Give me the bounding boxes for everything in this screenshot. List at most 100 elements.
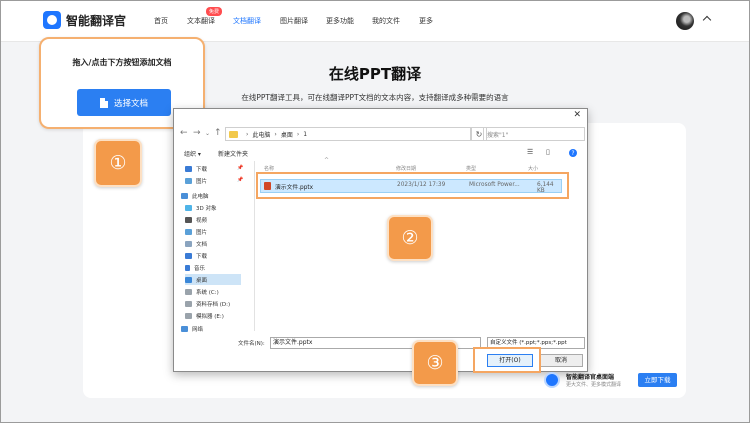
- nav-item-text-translate[interactable]: 文本翻译: [187, 16, 215, 26]
- music-icon: [185, 264, 190, 271]
- filetype-value: 自定义文件 (*.ppt;*.pps;*.ppt: [490, 340, 567, 346]
- step-marker-1: ①: [94, 139, 142, 187]
- sidebar-item-label: 网络: [192, 326, 204, 333]
- column-header-size[interactable]: 大小: [528, 165, 538, 172]
- chevron-down-icon[interactable]: ⌄: [205, 130, 210, 137]
- app-frame: 智能翻译官 首页 文本翻译 免费 文档翻译 图片翻译 更多功能 我的文件 更多 …: [0, 0, 750, 423]
- nav-item-more-features[interactable]: 更多功能: [326, 16, 354, 26]
- sidebar-item-label: 3D 对象: [196, 205, 217, 212]
- sidebar-item-downloads[interactable]: 下载: [185, 250, 207, 261]
- sidebar-item-drive-e[interactable]: 模拟器 (E:): [185, 310, 224, 321]
- step-marker-3: ③: [412, 340, 458, 386]
- download-icon: [185, 165, 192, 172]
- folder-icon: [229, 130, 238, 138]
- file-highlight-box: [256, 172, 569, 199]
- select-document-label: 选择文档: [113, 98, 148, 109]
- network-icon: [181, 325, 188, 332]
- sidebar-item-pictures[interactable]: 图片: [185, 226, 207, 237]
- brand-name: 智能翻译官: [66, 13, 127, 28]
- pictures-icon: [185, 228, 192, 235]
- step-marker-2: ②: [387, 215, 433, 261]
- logo-icon: [43, 11, 61, 29]
- organize-button[interactable]: 组织 ▾: [184, 149, 201, 158]
- preview-pane-icon[interactable]: ▯: [546, 148, 550, 156]
- download-subtitle: 更大文件、更多模式翻译: [566, 382, 622, 388]
- search-input[interactable]: 搜索"1": [483, 127, 585, 141]
- drive-icon: [185, 312, 192, 319]
- select-document-button[interactable]: 选择文档: [77, 89, 171, 116]
- view-options-icon[interactable]: ☰: [527, 148, 533, 156]
- document-icon: [99, 97, 108, 108]
- video-icon: [185, 216, 192, 223]
- documents-icon: [185, 240, 192, 247]
- nav-item-more[interactable]: 更多: [419, 16, 433, 26]
- desktop-icon: [185, 276, 192, 283]
- breadcrumb-pc[interactable]: 此电脑: [252, 130, 270, 139]
- computer-icon: [181, 192, 188, 199]
- sort-caret-icon: ^: [324, 157, 330, 164]
- address-row: ← → ⌄ ↑ › 此电脑 › 桌面 › 1 ↻ 搜索"1": [174, 125, 587, 143]
- tooltip-text: 拖入/点击下方按钮添加文档: [72, 58, 172, 67]
- file-open-dialog: ✕ ← → ⌄ ↑ › 此电脑 › 桌面 › 1 ↻ 搜索"1" 组织 ▾ 新建…: [173, 108, 588, 372]
- nav-item-home[interactable]: 首页: [154, 16, 168, 26]
- drive-icon: [185, 300, 192, 307]
- sidebar-item-network[interactable]: 网络: [181, 323, 203, 334]
- column-header-type[interactable]: 类型: [466, 165, 476, 172]
- sidebar-item-label: 此电脑: [192, 193, 209, 200]
- top-nav: 智能翻译官 首页 文本翻译 免费 文档翻译 图片翻译 更多功能 我的文件 更多: [1, 1, 749, 42]
- sidebar-item-desktop[interactable]: 桌面: [185, 274, 241, 285]
- sidebar-item-label: 模拟器 (E:): [196, 313, 224, 320]
- sidebar-item-documents[interactable]: 文档: [185, 238, 207, 249]
- sidebar-item-label: 系统 (C:): [196, 289, 219, 296]
- cancel-button[interactable]: 取消: [539, 354, 583, 367]
- sidebar-item-label: 下载: [196, 253, 208, 260]
- sidebar-item-3d-objects[interactable]: 3D 对象: [185, 202, 216, 213]
- drive-icon: [185, 288, 192, 295]
- brand-logo[interactable]: 智能翻译官: [43, 11, 126, 29]
- breadcrumb-folder[interactable]: 1: [303, 131, 307, 138]
- open-button-highlight-box: [473, 347, 541, 373]
- sidebar-item-music[interactable]: 音乐: [185, 262, 205, 273]
- up-arrow-icon[interactable]: ↑: [214, 128, 222, 138]
- sidebar-item-downloads-pinned[interactable]: 下载: [185, 163, 207, 174]
- free-badge: 免费: [206, 7, 223, 16]
- desktop-download-banner: 智能翻译官桌面端 更大文件、更多模式翻译 立即下载: [544, 368, 681, 393]
- sidebar-item-videos[interactable]: 视频: [185, 214, 207, 225]
- column-header-name[interactable]: 名称: [264, 165, 274, 172]
- sidebar-item-label: 桌面: [196, 277, 208, 284]
- navigation-pane: 下载 📌 图片 📌 此电脑 3D 对象 视频 图片 文档 下载 音乐 桌面 系统…: [179, 161, 255, 334]
- new-folder-button[interactable]: 新建文件夹: [218, 149, 248, 158]
- pictures-icon: [185, 177, 192, 184]
- sidebar-item-pictures-pinned[interactable]: 图片: [185, 175, 207, 186]
- address-bar[interactable]: › 此电脑 › 桌面 › 1: [225, 127, 471, 141]
- sidebar-item-this-pc[interactable]: 此电脑: [181, 190, 209, 201]
- pin-icon: 📌: [237, 177, 244, 183]
- back-arrow-icon[interactable]: ←: [180, 128, 188, 138]
- sidebar-item-label: 文档: [196, 241, 208, 248]
- filename-label: 文件名(N):: [238, 341, 265, 347]
- forward-arrow-icon[interactable]: →: [193, 128, 201, 138]
- chevron-up-icon[interactable]: [702, 15, 712, 25]
- column-header-date[interactable]: 修改日期: [396, 165, 416, 172]
- nav-item-image-translate[interactable]: 图片翻译: [280, 16, 308, 26]
- sidebar-item-label: 下载: [196, 166, 208, 173]
- nav-item-my-files[interactable]: 我的文件: [372, 16, 400, 26]
- download-now-button[interactable]: 立即下载: [638, 373, 677, 387]
- sidebar-item-drive-c[interactable]: 系统 (C:): [185, 286, 219, 297]
- sidebar-item-label: 视频: [196, 217, 208, 224]
- close-icon[interactable]: ✕: [573, 110, 581, 120]
- search-placeholder: 搜索"1": [487, 131, 509, 139]
- sidebar-item-label: 图片: [196, 229, 208, 236]
- nav-item-doc-translate[interactable]: 文档翻译: [233, 16, 261, 26]
- sidebar-item-label: 资料存档 (D:): [196, 301, 231, 308]
- command-bar: 组织 ▾ 新建文件夹 ☰ ▯ ?: [174, 147, 587, 161]
- pin-icon: 📌: [237, 165, 244, 171]
- sidebar-item-drive-d[interactable]: 资料存档 (D:): [185, 298, 230, 309]
- sidebar-item-label: 图片: [196, 178, 208, 185]
- download-title: 智能翻译官桌面端: [566, 374, 615, 381]
- avatar[interactable]: [676, 12, 694, 30]
- breadcrumb-desktop[interactable]: 桌面: [281, 130, 293, 139]
- help-icon[interactable]: ?: [569, 149, 577, 157]
- sidebar-item-label: 音乐: [194, 265, 206, 272]
- download-icon: [185, 252, 192, 259]
